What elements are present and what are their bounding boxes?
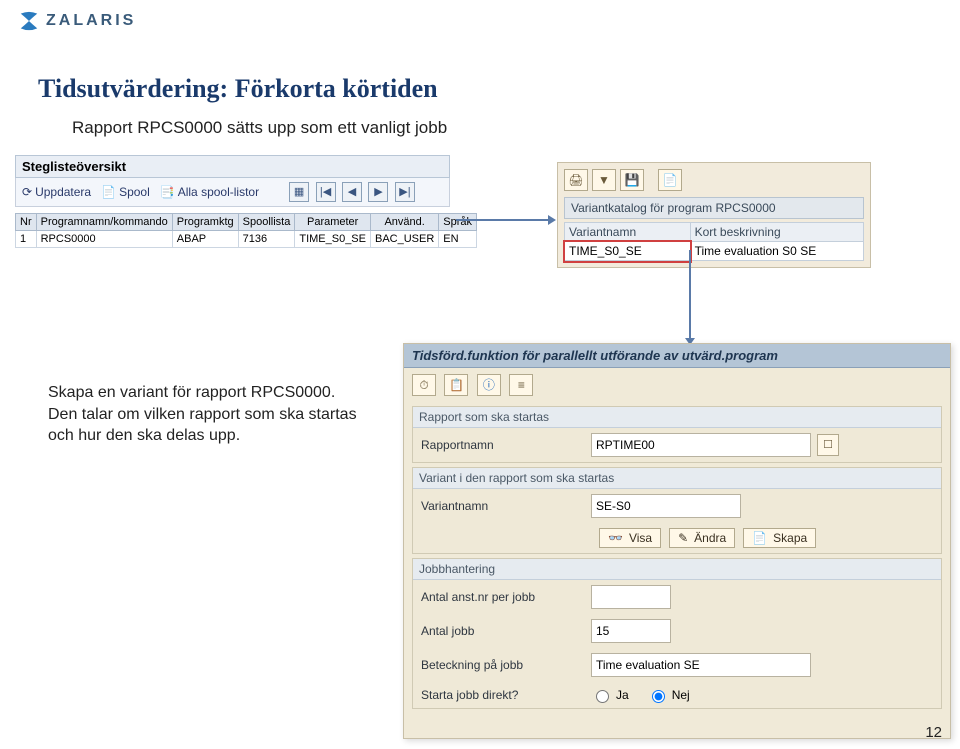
filter-icon[interactable]: ▼ [592,169,616,191]
antal-jobb-label: Antal jobb [421,624,591,638]
uppdatera-button[interactable]: ⟳ Uppdatera [22,185,91,199]
stegliste-caption: Steglisteöversikt [15,155,450,178]
alla-spool-button[interactable]: 📑 Alla spool-listor [160,185,259,199]
grid-icon[interactable]: ▦ [289,182,309,202]
tidsford-panel: Tidsförd.funktion för parallellt utföran… [403,343,951,739]
arrow-down-icon [680,250,700,345]
radio-nej[interactable]: Nej [647,687,690,703]
panel-toolbar: ⏱ 📋 ⓘ ≡ [404,368,950,402]
execute-icon[interactable]: ⏱ [412,374,436,396]
radio-ja[interactable]: Ja [591,687,629,703]
group-title: Variant i den rapport som ska startas [413,468,941,489]
beteckning-input[interactable] [591,653,811,677]
prev-icon[interactable]: ◀ [342,182,362,202]
col-variantnamn: Variantnamn [565,223,691,242]
spool-button[interactable]: 📄 Spool [101,185,150,199]
col-param: Parameter [295,214,371,231]
rapportnamn-label: Rapportnamn [421,438,591,452]
col-nr: Nr [16,214,37,231]
group-jobbhantering: Jobbhantering Antal anst.nr per jobb Ant… [412,558,942,709]
andra-button[interactable]: ✎Ändra [669,528,735,548]
group-title: Jobbhantering [413,559,941,580]
first-icon[interactable]: |◀ [316,182,336,202]
variant-header: Variantkatalog för program RPCS0000 [564,197,864,219]
stegliste-toolbar: ⟳ Uppdatera 📄 Spool 📑 Alla spool-listor … [15,178,450,207]
display-icon[interactable]: 📄 [658,169,682,191]
variant-row[interactable]: TIME_S0_SE Time evaluation S0 SE [565,242,864,261]
table-row[interactable]: 1 RPCS0000 ABAP 7136 TIME_S0_SE BAC_USER… [16,231,477,248]
description-text: Skapa en variant för rapport RPCS0000. D… [48,382,378,447]
rapportnamn-input[interactable] [591,433,811,457]
col-anvand: Använd. [370,214,438,231]
variant-panel: 🖨 ▼ 💾 📄 Variantkatalog för program RPCS0… [557,162,871,268]
page-subtitle: Rapport RPCS0000 sätts upp som ett vanli… [72,118,447,138]
info-icon[interactable]: ⓘ [477,374,501,396]
antal-anst-input[interactable] [591,585,671,609]
stegliste-panel: Steglisteöversikt ⟳ Uppdatera 📄 Spool 📑 … [15,155,450,283]
visa-button[interactable]: 👓Visa [599,528,661,548]
antal-anst-label: Antal anst.nr per jobb [421,590,591,604]
antal-jobb-input[interactable] [591,619,671,643]
brand-text: ZALARIS [46,13,136,29]
page-number: 12 [925,724,942,741]
starta-label: Starta jobb direkt? [421,688,591,702]
document-icon: 📄 [752,531,767,545]
variantnamn-label: Variantnamn [421,499,591,513]
list-icon[interactable]: ≡ [509,374,533,396]
variantnamn-input[interactable] [591,494,741,518]
stegliste-table: Nr Programnamn/kommando Programktg Spool… [15,213,477,248]
panel-title: Tidsförd.funktion för parallellt utföran… [404,344,950,368]
arrow-icon [456,210,556,230]
skapa-button[interactable]: 📄Skapa [743,528,816,548]
pencil-icon: ✎ [678,531,688,545]
page-title: Tidsutvärdering: Förkorta körtiden [38,74,438,104]
glasses-icon: 👓 [608,531,623,545]
beteckning-label: Beteckning på jobb [421,658,591,672]
last-icon[interactable]: ▶| [395,182,415,202]
save-icon[interactable]: 💾 [620,169,644,191]
copy-icon[interactable]: 📋 [444,374,468,396]
print-icon[interactable]: 🖨 [564,169,588,191]
group-title: Rapport som ska startas [413,407,941,428]
col-program: Programnamn/kommando [36,214,172,231]
col-spool: Spoollista [238,214,295,231]
group-rapport: Rapport som ska startas Rapportnamn ☐ [412,406,942,463]
next-icon[interactable]: ▶ [368,182,388,202]
group-variant: Variant i den rapport som ska startas Va… [412,467,942,554]
col-kortbeskr: Kort beskrivning [690,223,863,242]
col-ktg: Programktg [172,214,238,231]
search-help-icon[interactable]: ☐ [817,434,839,456]
brand-logo: ZALARIS [18,10,136,32]
